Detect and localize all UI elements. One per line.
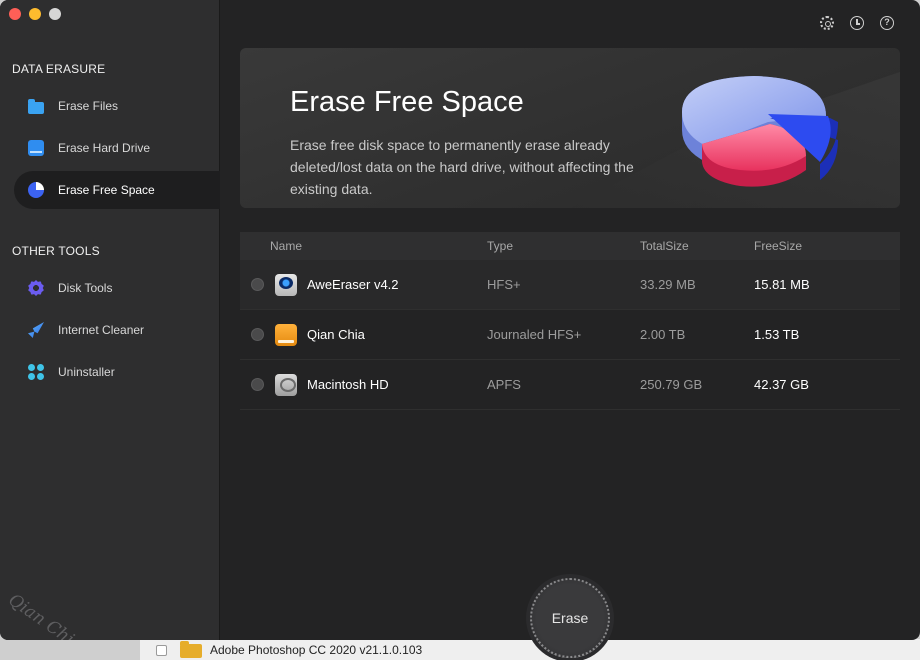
sidebar-item-label: Erase Hard Drive [58, 141, 151, 155]
watermark: Qian Chia Soft [4, 590, 120, 640]
gear-icon [28, 280, 44, 296]
column-header-freesize[interactable]: FreeSize [754, 239, 900, 253]
pie-chart-icon [28, 182, 44, 198]
drive-type: HFS+ [487, 277, 521, 292]
drive-type: Journaled HFS+ [487, 327, 582, 342]
checkbox-icon [156, 645, 167, 656]
sidebar-item-internet-cleaner[interactable]: Internet Cleaner [14, 311, 220, 349]
drive-total-size: 250.79 GB [640, 377, 703, 392]
drive-total-size: 33.29 MB [640, 277, 696, 292]
rocket-icon [28, 322, 44, 338]
page-title: Erase Free Space [290, 86, 524, 118]
select-radio[interactable] [251, 278, 264, 291]
drive-name: AweEraser v4.2 [307, 277, 399, 292]
drive-table: Name Type TotalSize FreeSize AweEraser v… [240, 232, 900, 410]
section-title-other-tools: OTHER TOOLS [12, 244, 100, 258]
sidebar-item-erase-files[interactable]: Erase Files [14, 87, 220, 125]
background-window-text: Adobe Photoshop CC 2020 v21.1.0.103 [210, 643, 423, 657]
folder-icon [180, 641, 202, 658]
erase-button[interactable]: Erase [530, 578, 610, 658]
drive-free-size: 15.81 MB [754, 277, 810, 292]
sidebar-item-uninstaller[interactable]: Uninstaller [14, 353, 220, 391]
table-row[interactable]: AweEraser v4.2 HFS+ 33.29 MB 15.81 MB [240, 260, 900, 310]
feature-banner: Erase Free Space Erase free disk space t… [240, 48, 900, 208]
sidebar: DATA ERASURE Erase Files Erase Hard Driv… [0, 0, 220, 640]
close-window-button[interactable] [9, 8, 21, 20]
drive-name: Qian Chia [307, 327, 365, 342]
minimize-window-button[interactable] [29, 8, 41, 20]
drive-free-size: 1.53 TB [754, 327, 800, 342]
history-icon[interactable] [850, 16, 864, 30]
sidebar-item-label: Disk Tools [58, 281, 113, 295]
page-description: Erase free disk space to permanently era… [290, 137, 634, 197]
sidebar-item-erase-free-space[interactable]: Erase Free Space [14, 171, 220, 209]
window-controls [9, 8, 61, 20]
internal-drive-icon [275, 373, 297, 396]
table-row[interactable]: Qian Chia Journaled HFS+ 2.00 TB 1.53 TB [240, 310, 900, 360]
drive-free-size: 42.37 GB [754, 377, 809, 392]
background-window-strip: Adobe Photoshop CC 2020 v21.1.0.103 [140, 638, 920, 660]
app-window: DATA ERASURE Erase Files Erase Hard Driv… [0, 0, 920, 640]
drive-name: Macintosh HD [307, 377, 389, 392]
usb-drive-icon [275, 273, 297, 296]
drive-type: APFS [487, 377, 521, 392]
sidebar-item-erase-hard-drive[interactable]: Erase Hard Drive [14, 129, 220, 167]
column-header-name[interactable]: Name [240, 239, 487, 253]
settings-icon[interactable] [820, 16, 834, 30]
external-drive-icon [275, 323, 297, 346]
zoom-window-button[interactable] [49, 8, 61, 20]
section-title-data-erasure: DATA ERASURE [12, 62, 106, 76]
sidebar-item-label: Erase Files [58, 99, 119, 113]
folder-icon [28, 98, 44, 114]
sidebar-item-label: Internet Cleaner [58, 323, 145, 337]
drive-total-size: 2.00 TB [640, 327, 686, 342]
sidebar-item-label: Uninstaller [58, 365, 115, 379]
column-header-type[interactable]: Type [487, 239, 640, 253]
select-radio[interactable] [251, 328, 264, 341]
help-icon[interactable]: ? [880, 16, 894, 30]
toolbar-icons: ? [820, 16, 894, 30]
sidebar-item-label: Erase Free Space [58, 183, 155, 197]
apps-icon [28, 364, 44, 380]
column-header-totalsize[interactable]: TotalSize [640, 239, 754, 253]
pie-chart-illustration-icon [682, 76, 838, 187]
table-row[interactable]: Macintosh HD APFS 250.79 GB 42.37 GB [240, 360, 900, 410]
sidebar-item-disk-tools[interactable]: Disk Tools [14, 269, 220, 307]
drive-icon [28, 140, 44, 156]
select-radio[interactable] [251, 378, 264, 391]
table-header: Name Type TotalSize FreeSize [240, 232, 900, 260]
